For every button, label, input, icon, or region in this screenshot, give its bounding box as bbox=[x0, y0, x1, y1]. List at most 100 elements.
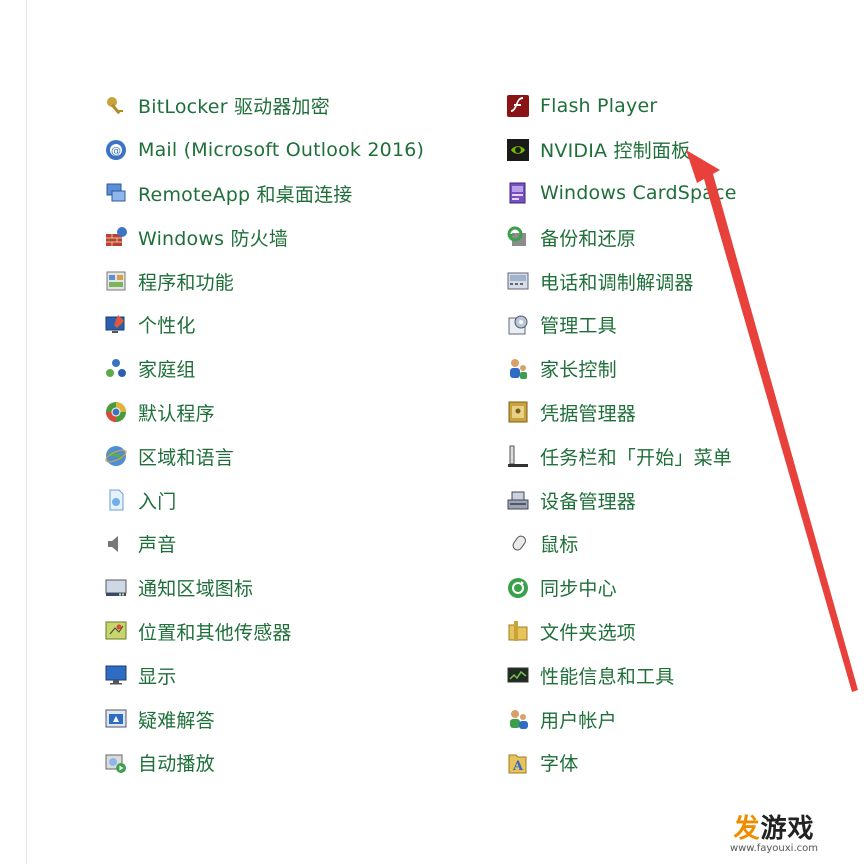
window-left-border bbox=[26, 0, 27, 864]
item-label: Mail (Microsoft Outlook 2016) bbox=[138, 138, 425, 161]
item-user-accounts[interactable]: 用户帐户 bbox=[506, 697, 864, 741]
item-label: 管理工具 bbox=[540, 315, 617, 338]
item-admin-tools[interactable]: 管理工具 bbox=[506, 303, 864, 347]
item-cardspace[interactable]: Windows CardSpace bbox=[506, 172, 864, 216]
item-label: 显示 bbox=[138, 665, 177, 688]
firewall-icon bbox=[104, 225, 128, 249]
item-label: Flash Player bbox=[540, 94, 658, 117]
item-folder-options[interactable]: 文件夹选项 bbox=[506, 610, 864, 654]
item-sync-center[interactable]: 同步中心 bbox=[506, 566, 864, 610]
item-mail[interactable]: @ Mail (Microsoft Outlook 2016) bbox=[104, 128, 464, 172]
item-label: 家长控制 bbox=[540, 359, 617, 382]
bitlocker-key-icon bbox=[104, 94, 128, 118]
folder-options-icon bbox=[506, 619, 530, 643]
sync-center-icon bbox=[506, 576, 530, 600]
user-accounts-icon bbox=[506, 707, 530, 731]
item-display[interactable]: 显示 bbox=[104, 653, 464, 697]
item-label: Windows 防火墙 bbox=[138, 227, 289, 250]
speaker-icon bbox=[104, 532, 128, 556]
item-label: 用户帐户 bbox=[540, 709, 617, 732]
item-phone-modem[interactable]: 电话和调制解调器 bbox=[506, 259, 864, 303]
item-personalization[interactable]: 个性化 bbox=[104, 303, 464, 347]
item-location-sensors[interactable]: 位置和其他传感器 bbox=[104, 610, 464, 654]
item-label: 设备管理器 bbox=[540, 490, 637, 513]
item-label: 默认程序 bbox=[138, 402, 215, 425]
item-remoteapp[interactable]: RemoteApp 和桌面连接 bbox=[104, 172, 464, 216]
autoplay-icon bbox=[104, 751, 128, 775]
cardspace-icon bbox=[506, 181, 530, 205]
item-nvidia[interactable]: NVIDIA 控制面板 bbox=[506, 128, 864, 172]
parental-controls-icon bbox=[506, 357, 530, 381]
location-sensor-icon bbox=[104, 619, 128, 643]
item-label: BitLocker 驱动器加密 bbox=[138, 96, 330, 119]
notification-area-icon bbox=[104, 576, 128, 600]
item-label: 性能信息和工具 bbox=[540, 665, 675, 688]
item-firewall[interactable]: Windows 防火墙 bbox=[104, 215, 464, 259]
item-label: 电话和调制解调器 bbox=[540, 271, 694, 294]
item-label: 备份和还原 bbox=[540, 227, 637, 250]
watermark-url: www.fayouxi.com bbox=[729, 843, 818, 854]
item-programs[interactable]: 程序和功能 bbox=[104, 259, 464, 303]
svg-text:@: @ bbox=[111, 146, 121, 157]
item-homegroup[interactable]: 家庭组 bbox=[104, 347, 464, 391]
item-fonts[interactable]: A 字体 bbox=[506, 741, 864, 785]
performance-icon bbox=[506, 663, 530, 687]
display-icon bbox=[104, 663, 128, 687]
item-parental-controls[interactable]: 家长控制 bbox=[506, 347, 864, 391]
getting-started-icon bbox=[104, 488, 128, 512]
item-label: 入门 bbox=[138, 490, 177, 513]
item-label: 个性化 bbox=[138, 315, 196, 338]
item-default-programs[interactable]: 默认程序 bbox=[104, 391, 464, 435]
item-region-language[interactable]: 区域和语言 bbox=[104, 434, 464, 478]
item-taskbar-start[interactable]: 任务栏和「开始」菜单 bbox=[506, 434, 864, 478]
backup-restore-icon bbox=[506, 225, 530, 249]
item-performance[interactable]: 性能信息和工具 bbox=[506, 653, 864, 697]
item-label: 通知区域图标 bbox=[138, 578, 254, 601]
item-troubleshooting[interactable]: 疑难解答 bbox=[104, 697, 464, 741]
control-panel-left-column: BitLocker 驱动器加密 @ Mail (Microsoft Outloo… bbox=[104, 84, 464, 785]
mail-icon: @ bbox=[104, 138, 128, 162]
watermark-title-char: 发 bbox=[733, 814, 761, 844]
svg-text:A: A bbox=[512, 759, 524, 774]
taskbar-start-icon bbox=[506, 444, 530, 468]
item-label: 位置和其他传感器 bbox=[138, 621, 292, 644]
item-bitlocker[interactable]: BitLocker 驱动器加密 bbox=[104, 84, 464, 128]
item-label: 同步中心 bbox=[540, 578, 617, 601]
item-backup-restore[interactable]: 备份和还原 bbox=[506, 215, 864, 259]
item-device-manager[interactable]: 设备管理器 bbox=[506, 478, 864, 522]
item-label: Windows CardSpace bbox=[540, 182, 737, 205]
personalization-icon bbox=[104, 313, 128, 337]
item-label: 文件夹选项 bbox=[540, 621, 637, 644]
troubleshooting-icon bbox=[104, 707, 128, 731]
item-getting-started[interactable]: 入门 bbox=[104, 478, 464, 522]
watermark-title-rest: 游戏 bbox=[760, 814, 815, 844]
item-label: 自动播放 bbox=[138, 753, 215, 776]
item-credential-manager[interactable]: 凭据管理器 bbox=[506, 391, 864, 435]
item-autoplay[interactable]: 自动播放 bbox=[104, 741, 464, 785]
device-manager-icon bbox=[506, 488, 530, 512]
item-label: RemoteApp 和桌面连接 bbox=[138, 183, 353, 206]
item-sound[interactable]: 声音 bbox=[104, 522, 464, 566]
control-panel-right-column: Flash Player NVIDIA 控制面板 Windows CardSpa… bbox=[506, 84, 864, 785]
item-flash-player[interactable]: Flash Player bbox=[506, 84, 864, 128]
item-notification-area[interactable]: 通知区域图标 bbox=[104, 566, 464, 610]
watermark-title: 发游戏 bbox=[730, 808, 818, 845]
item-label: 家庭组 bbox=[138, 359, 196, 382]
default-programs-icon bbox=[104, 400, 128, 424]
item-label: 凭据管理器 bbox=[540, 402, 637, 425]
admin-tools-icon bbox=[506, 313, 530, 337]
item-label: 任务栏和「开始」菜单 bbox=[540, 446, 733, 469]
item-label: 区域和语言 bbox=[138, 446, 235, 469]
credential-manager-icon bbox=[506, 400, 530, 424]
phone-modem-icon bbox=[506, 269, 530, 293]
item-label: 字体 bbox=[540, 753, 579, 776]
item-label: 鼠标 bbox=[540, 534, 579, 557]
item-label: 程序和功能 bbox=[138, 271, 235, 294]
remoteapp-icon bbox=[104, 181, 128, 205]
fonts-icon: A bbox=[506, 751, 530, 775]
nvidia-icon bbox=[506, 138, 530, 162]
region-language-icon bbox=[104, 444, 128, 468]
item-mouse[interactable]: 鼠标 bbox=[506, 522, 864, 566]
homegroup-icon bbox=[104, 357, 128, 381]
item-label: NVIDIA 控制面板 bbox=[540, 140, 691, 163]
